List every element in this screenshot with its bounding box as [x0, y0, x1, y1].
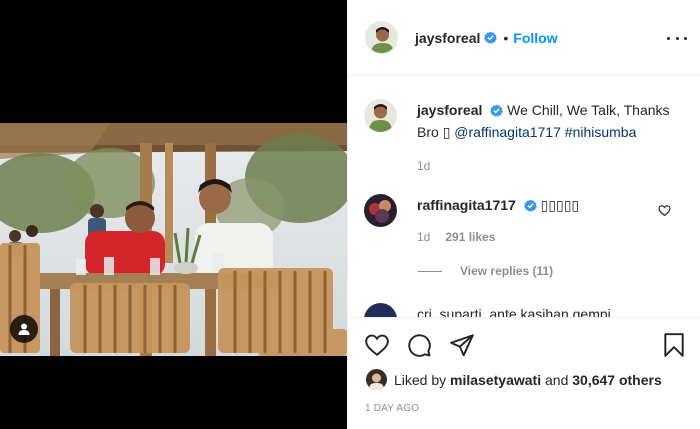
caption-time[interactable]: 1d: [417, 159, 430, 173]
caption-username[interactable]: jaysforeal: [417, 102, 482, 118]
follow-button[interactable]: Follow: [513, 30, 557, 46]
verified-badge-icon: [523, 199, 537, 212]
caption-avatar[interactable]: [364, 99, 397, 132]
caption-comment: jaysforeal We Chill, We Talk, Thanks Bro…: [364, 99, 677, 177]
replies-divider: [418, 270, 442, 272]
photo-illustration: [0, 123, 347, 356]
comment-likes[interactable]: 291 likes: [445, 230, 495, 244]
comment-text: ▯▯▯▯▯: [540, 197, 580, 213]
verified-badge-icon: [484, 31, 498, 44]
header-separator: •: [503, 29, 509, 46]
verified-badge-icon: [490, 104, 504, 117]
post-details-panel: jaysforeal • Follow jaysforeal We Chill,…: [347, 0, 700, 429]
likes-prefix: Liked by: [394, 371, 447, 388]
liker-avatar[interactable]: [366, 369, 387, 390]
user-tag-icon: [18, 323, 30, 335]
post-header: jaysforeal • Follow: [348, 0, 700, 76]
caption-hashtag-link[interactable]: #nihisumba: [565, 124, 637, 140]
comment-text: cri_suparti_ante kasihan gempi: [417, 306, 611, 317]
comment-like-heart-icon[interactable]: [658, 204, 671, 217]
likes-connector: and: [545, 371, 569, 388]
view-replies-button[interactable]: View replies (11): [418, 264, 553, 278]
post-timestamp[interactable]: 1 DAY AGO: [365, 403, 419, 414]
likes-others[interactable]: 30,647 others: [572, 372, 662, 388]
caption-emoji: ▯: [442, 124, 451, 140]
comment-username[interactable]: raffinagita1717: [417, 197, 516, 213]
caption-mention-link[interactable]: @raffinagita1717: [454, 124, 561, 140]
comment-avatar[interactable]: [364, 194, 397, 227]
liker-username[interactable]: milasetyawati: [450, 372, 541, 388]
comment-item: raffinagita1717 ▯▯▯▯▯ 1d 291 likes: [364, 194, 579, 248]
heart-icon[interactable]: [364, 332, 390, 358]
user-tag-button[interactable]: [10, 315, 38, 343]
author-username[interactable]: jaysforeal: [415, 30, 480, 46]
comment-time[interactable]: 1d: [417, 230, 430, 244]
post-actions: Liked by milasetyawati and 30,647 others…: [348, 317, 700, 429]
likes-summary: Liked by milasetyawati and 30,647 others: [366, 369, 662, 390]
comment-avatar[interactable]: [364, 303, 397, 317]
save-icon[interactable]: [661, 332, 687, 358]
author-avatar[interactable]: [365, 21, 398, 54]
more-options-button[interactable]: [667, 28, 687, 48]
share-icon[interactable]: [449, 332, 475, 358]
comments-list[interactable]: jaysforeal We Chill, We Talk, Thanks Bro…: [348, 77, 700, 317]
post-media[interactable]: [0, 0, 347, 429]
comment-item: cri_suparti_ante kasihan gempi: [364, 303, 611, 317]
view-replies-label: View replies (11): [460, 264, 554, 278]
more-options-icon: [667, 36, 670, 40]
comment-icon[interactable]: [406, 332, 432, 358]
post-photo[interactable]: [0, 123, 347, 356]
